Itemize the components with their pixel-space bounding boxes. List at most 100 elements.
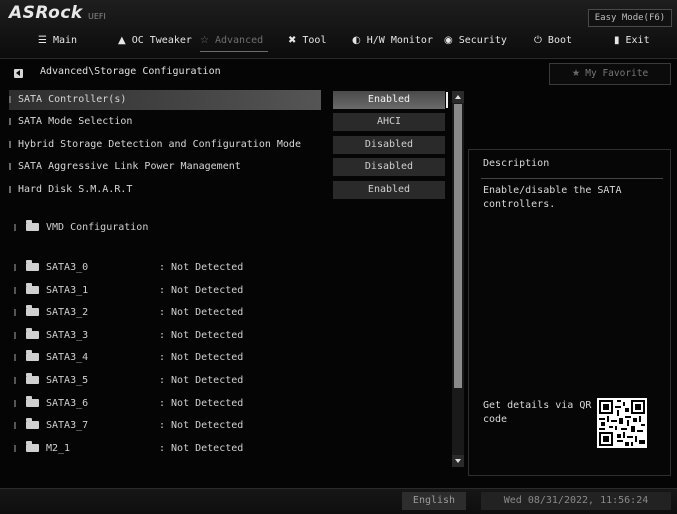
row-marker-icon — [9, 162, 11, 170]
port-sata3-4[interactable]: SATA3_4 : Not Detected — [14, 348, 314, 368]
star-icon: ★ — [571, 68, 581, 79]
star-icon: ☆ — [200, 35, 209, 46]
submenu-label: VMD Configuration — [46, 222, 149, 233]
port-status: : Not Detected — [159, 443, 244, 454]
setting-value-hybrid-storage[interactable]: Disabled — [333, 136, 445, 154]
qr-caption: Get details via QR code — [483, 400, 592, 425]
tab-advanced-label: Advanced — [214, 35, 264, 46]
list-icon: ☰ — [38, 35, 47, 46]
tab-exit[interactable]: ▮ Exit — [614, 33, 650, 49]
tab-tool-label: Tool — [302, 35, 327, 46]
setting-hybrid-storage[interactable]: Hybrid Storage Detection and Configurati… — [9, 135, 321, 155]
scroll-down-arrow-icon[interactable] — [452, 455, 464, 467]
setting-smart[interactable]: Hard Disk S.M.A.R.T — [9, 180, 321, 200]
row-marker-icon — [14, 399, 16, 407]
row-marker-icon — [14, 286, 16, 294]
scrollbar-thumb[interactable] — [454, 104, 462, 388]
row-marker-icon — [14, 376, 16, 384]
tab-exit-label: Exit — [625, 35, 650, 46]
setting-sata-controllers[interactable]: SATA Controller(s) — [9, 90, 321, 110]
row-marker-icon — [9, 185, 11, 193]
description-text: Enable/disable the SATA controllers. — [483, 185, 622, 210]
port-status: : Not Detected — [159, 285, 244, 296]
folder-icon — [26, 373, 39, 384]
folder-icon — [26, 260, 39, 271]
folder-icon — [26, 305, 39, 316]
scroll-up-arrow-icon[interactable] — [452, 91, 464, 103]
port-sata3-7[interactable]: SATA3_7 : Not Detected — [14, 416, 314, 436]
top-header — [0, 0, 677, 59]
tab-boot[interactable]: ⏻ Boot — [534, 33, 572, 49]
tab-advanced[interactable]: ☆ Advanced — [200, 33, 263, 49]
tab-hw-monitor[interactable]: ◐ H/W Monitor — [352, 33, 433, 49]
brand-logo: ASRock — [9, 3, 83, 23]
row-marker-icon — [9, 117, 11, 125]
setting-label: SATA Mode Selection — [18, 116, 133, 127]
row-marker-icon — [14, 331, 16, 339]
folder-icon — [26, 396, 39, 407]
setting-sata-mode[interactable]: SATA Mode Selection — [9, 112, 321, 132]
port-sata3-0[interactable]: SATA3_0 : Not Detected — [14, 258, 314, 278]
tab-security-label: Security — [458, 35, 507, 46]
my-favorite-button[interactable]: ★ My Favorite — [549, 63, 671, 85]
qr-code-icon — [597, 398, 647, 448]
port-sata3-2[interactable]: SATA3_2: Not Detected — [14, 303, 314, 323]
port-sata3-1[interactable]: SATA3_1 : Not Detected — [14, 281, 314, 301]
port-name: SATA3_4 — [46, 352, 89, 363]
breadcrumb: Advanced\Storage Configuration — [40, 66, 221, 77]
monitor-icon: ◐ — [352, 35, 361, 46]
setting-value-sata-controllers[interactable]: Enabled — [333, 91, 448, 109]
description-divider — [481, 178, 663, 179]
language-button[interactable]: English — [402, 492, 466, 510]
power-icon: ⏻ — [534, 35, 542, 46]
port-sata3-5[interactable]: SATA3_5: Not Detected — [14, 371, 314, 391]
row-marker-icon — [14, 308, 16, 316]
port-name: SATA3_0 — [46, 262, 89, 273]
port-name: M2_1 — [46, 443, 71, 454]
setting-aggressive-lpm[interactable]: SATA Aggressive Link Power Management — [9, 157, 321, 177]
folder-icon — [26, 328, 39, 339]
tab-boot-label: Boot — [547, 35, 573, 46]
row-marker-icon — [14, 223, 16, 231]
row-marker-icon — [14, 353, 16, 361]
port-sata3-3[interactable]: SATA3_3: Not Detected — [14, 326, 314, 346]
row-marker-icon — [9, 95, 11, 103]
folder-icon — [26, 441, 39, 452]
port-name: SATA3_7 — [46, 420, 89, 431]
tab-main-label: Main — [52, 35, 78, 46]
shield-icon: ◉ — [444, 35, 453, 46]
row-marker-icon — [14, 263, 16, 271]
tab-hw-monitor-label: H/W Monitor — [366, 35, 433, 46]
folder-icon — [26, 418, 39, 429]
row-marker-icon — [9, 140, 11, 148]
port-name: SATA3_6 — [46, 398, 89, 409]
easy-mode-button[interactable]: Easy Mode(F6) — [588, 9, 672, 27]
exit-icon: ▮ — [614, 35, 620, 46]
port-status: : Not Detected — [159, 352, 244, 363]
submenu-vmd-configuration[interactable]: VMD Configuration — [14, 218, 148, 238]
setting-label: SATA Aggressive Link Power Management — [18, 161, 241, 172]
port-status: : Not Detected — [159, 420, 244, 431]
tab-oc-tweaker[interactable]: ▲ OC Tweaker — [118, 33, 192, 49]
description-title: Description — [483, 158, 550, 169]
port-name: SATA3_2 — [46, 307, 89, 318]
port-m2-1[interactable]: M2_1 : Not Detected — [14, 439, 314, 459]
setting-value-smart[interactable]: Enabled — [333, 181, 445, 199]
port-name: SATA3_1 — [46, 285, 89, 296]
my-favorite-label: My Favorite — [585, 68, 649, 79]
row-marker-icon — [14, 444, 16, 452]
port-status: : Not Detected — [159, 398, 244, 409]
setting-label: Hard Disk S.M.A.R.T — [18, 184, 133, 195]
setting-value-sata-mode[interactable]: AHCI — [333, 113, 445, 131]
tab-main[interactable]: ☰ Main — [38, 33, 77, 49]
tab-oc-tweaker-label: OC Tweaker — [131, 35, 192, 46]
tab-security[interactable]: ◉ Security — [444, 33, 507, 49]
active-tab-underline — [200, 51, 268, 52]
brand-subtitle: UEFI — [88, 12, 106, 21]
back-arrow-icon[interactable] — [14, 69, 23, 78]
port-sata3-6[interactable]: SATA3_6 : Not Detected — [14, 394, 314, 414]
setting-value-aggressive-lpm[interactable]: Disabled — [333, 158, 445, 176]
folder-icon — [26, 350, 39, 361]
port-status: : Not Detected — [159, 262, 244, 273]
tab-tool[interactable]: ✖ Tool — [288, 33, 326, 49]
